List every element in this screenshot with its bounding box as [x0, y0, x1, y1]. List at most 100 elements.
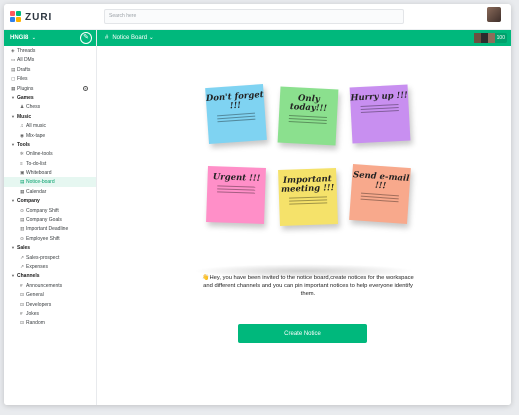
sidebar-item-label: Mix-tape [26, 132, 46, 139]
sidebar-item-label: Games [17, 94, 34, 101]
sidebar-item-label: All DMs [17, 57, 35, 64]
create-notice-button[interactable]: Create Notice [238, 324, 367, 343]
note-scribble-line [360, 106, 399, 110]
channel-title[interactable]: Notice Board [112, 35, 147, 41]
invite-message: 👋Hey, you have been invited to the notic… [202, 275, 414, 297]
sidebar-item-label: Important Deadline [26, 226, 69, 233]
sidebar-section[interactable]: ▼ Channels [4, 271, 96, 280]
sidebar-section[interactable]: ▼ Music [4, 112, 96, 121]
note-scribble-line [217, 118, 256, 123]
sidebar-item-label: Sales [17, 245, 31, 252]
sidebar-item[interactable]: ⊡ General [4, 290, 96, 299]
logo-text: ZURI [25, 11, 53, 23]
sidebar-list: ◈ Threads ▭ All DMs ▤ Drafts ▢ Files ▦ Plugins + ▼ G… [4, 46, 96, 328]
sidebar-item[interactable]: ▭ All DMs [4, 55, 96, 64]
sidebar-item-label: Files [17, 76, 28, 83]
note-scribble-line [217, 188, 256, 191]
user-avatar[interactable] [487, 7, 501, 22]
workspace-switcher[interactable]: HNGI8 ⌄ ✎ [4, 30, 96, 46]
sidebar-item-label: Employee Shift [26, 235, 60, 242]
sidebar-item-label: Developers [26, 301, 52, 308]
sidebar-item[interactable]: ▤ Drafts [4, 65, 96, 74]
sidebar-item-label: Expenses [26, 263, 48, 270]
sidebar-item-label: Jokes [26, 310, 40, 317]
sidebar-item-label: Tools [17, 141, 30, 148]
note-scribble-line [360, 110, 399, 113]
sidebar-item[interactable]: ⊡ Developers [4, 300, 96, 309]
sidebar-item-label: Drafts [17, 66, 31, 73]
sticky-note-text: Don't forget !!! [205, 90, 264, 112]
sidebar-item-label: Whiteboard [26, 170, 52, 177]
sidebar-item-label: Plugins [17, 85, 34, 92]
sidebar-item-label: All music [26, 123, 47, 130]
member-count: 100 [496, 35, 505, 41]
sidebar-item-label: Random [26, 320, 45, 327]
sticky-note: Only today!!! [277, 86, 339, 146]
search-input[interactable]: Search here [104, 9, 404, 24]
compose-icon[interactable]: ✎ [80, 32, 92, 44]
top-bar: ZURI Search here [4, 4, 511, 30]
app-window: ZURI Search here HNGI8 ⌄ ✎ ◈ Threads ▭ All … [4, 4, 511, 405]
channel-header: # Notice Board ⌄ 100 [97, 30, 511, 46]
sidebar-section[interactable]: ▼ Company [4, 196, 96, 205]
sidebar-item[interactable]: ▤ Notice-board [4, 177, 96, 187]
sidebar-item[interactable]: ◈ Threads [4, 46, 96, 55]
sidebar-section[interactable]: ▼ Tools [4, 140, 96, 149]
sticky-note-text: Hurry up !!! [350, 90, 409, 104]
chevron-down-icon[interactable]: ⌄ [149, 35, 154, 41]
note-scribble-line [288, 117, 327, 121]
sticky-note: Hurry up !!! [349, 84, 411, 144]
sticky-note-text: Urgent !!! [212, 172, 261, 184]
note-scribble-line [217, 184, 256, 187]
sidebar-item[interactable]: ▢ Files [4, 74, 96, 83]
sidebar-item[interactable]: ♫ All music [4, 121, 96, 130]
zuri-logo[interactable]: ZURI [10, 10, 52, 24]
note-scribble-line [360, 103, 399, 107]
sidebar-item-label: Announcements [26, 282, 63, 289]
sidebar-item[interactable]: ✲ Online-tools [4, 149, 96, 158]
sticky-note-text: Send e-mail !!! [352, 170, 410, 192]
sidebar-item[interactable]: # Announcements [4, 281, 96, 290]
sticky-note: Important meeting !!! [278, 168, 338, 226]
sticky-note: Urgent !!! [206, 166, 266, 224]
sidebar-item-label: To-do-list [26, 160, 47, 167]
sidebar-item-label: Notice-board [26, 179, 55, 186]
sidebar-item[interactable]: ⊙ Employee Shift [4, 234, 96, 243]
sidebar-item[interactable]: ↗ Expenses [4, 262, 96, 271]
sidebar-item[interactable]: ⊡ Random [4, 318, 96, 327]
sidebar-item[interactable]: ▦ Calendar [4, 187, 96, 196]
sidebar-item[interactable]: ⊙ Company Shift [4, 206, 96, 215]
sidebar-item[interactable]: ◉ Mix-tape [4, 131, 96, 140]
sidebar: HNGI8 ⌄ ✎ ◈ Threads ▭ All DMs ▤ Drafts ▢ Files ▦… [4, 30, 97, 405]
sidebar-item-label: Channels [17, 273, 40, 280]
workspace-name: HNGI8 [10, 35, 29, 41]
sidebar-item[interactable]: ▤ Company Goals [4, 215, 96, 224]
sidebar-item[interactable]: ▥ Important Deadline [4, 224, 96, 233]
sidebar-item-label: Company Goals [26, 217, 62, 224]
sticky-note: Don't forget !!! [205, 84, 267, 144]
hash-icon: # [105, 35, 109, 41]
chevron-down-icon: ⌄ [30, 35, 36, 41]
sidebar-item-label: Online-tools [26, 151, 53, 158]
note-scribble-line [289, 202, 328, 205]
sidebar-item[interactable]: ≡ To-do-list [4, 159, 96, 168]
member-avatars[interactable]: 100 [473, 33, 507, 43]
sidebar-item[interactable]: # Jokes [4, 309, 96, 318]
sidebar-item-label: Music [17, 113, 32, 120]
add-plugin-icon[interactable]: + [83, 85, 88, 91]
sidebar-item[interactable]: ▦ Plugins + [4, 84, 96, 93]
sidebar-section[interactable]: ▼ Games [4, 93, 96, 102]
note-scribble-line [288, 121, 327, 124]
sticky-note-text: Only today!!! [289, 93, 328, 114]
sidebar-item-label: Sales-prospect [26, 254, 60, 261]
sidebar-item-label: Calendar [26, 188, 47, 195]
sidebar-item-label: General [26, 292, 44, 299]
sidebar-item-label: Company Shift [26, 207, 59, 214]
sidebar-item[interactable]: ♟ Chess [4, 102, 96, 111]
sidebar-item-label: Company [17, 198, 40, 205]
note-scribble-line [288, 195, 327, 198]
sidebar-section[interactable]: ▼ Sales [4, 243, 96, 252]
sidebar-item[interactable]: ▣ Whiteboard [4, 168, 96, 177]
note-scribble-line [289, 199, 328, 202]
sidebar-item[interactable]: ↗ Sales-prospect [4, 253, 96, 262]
